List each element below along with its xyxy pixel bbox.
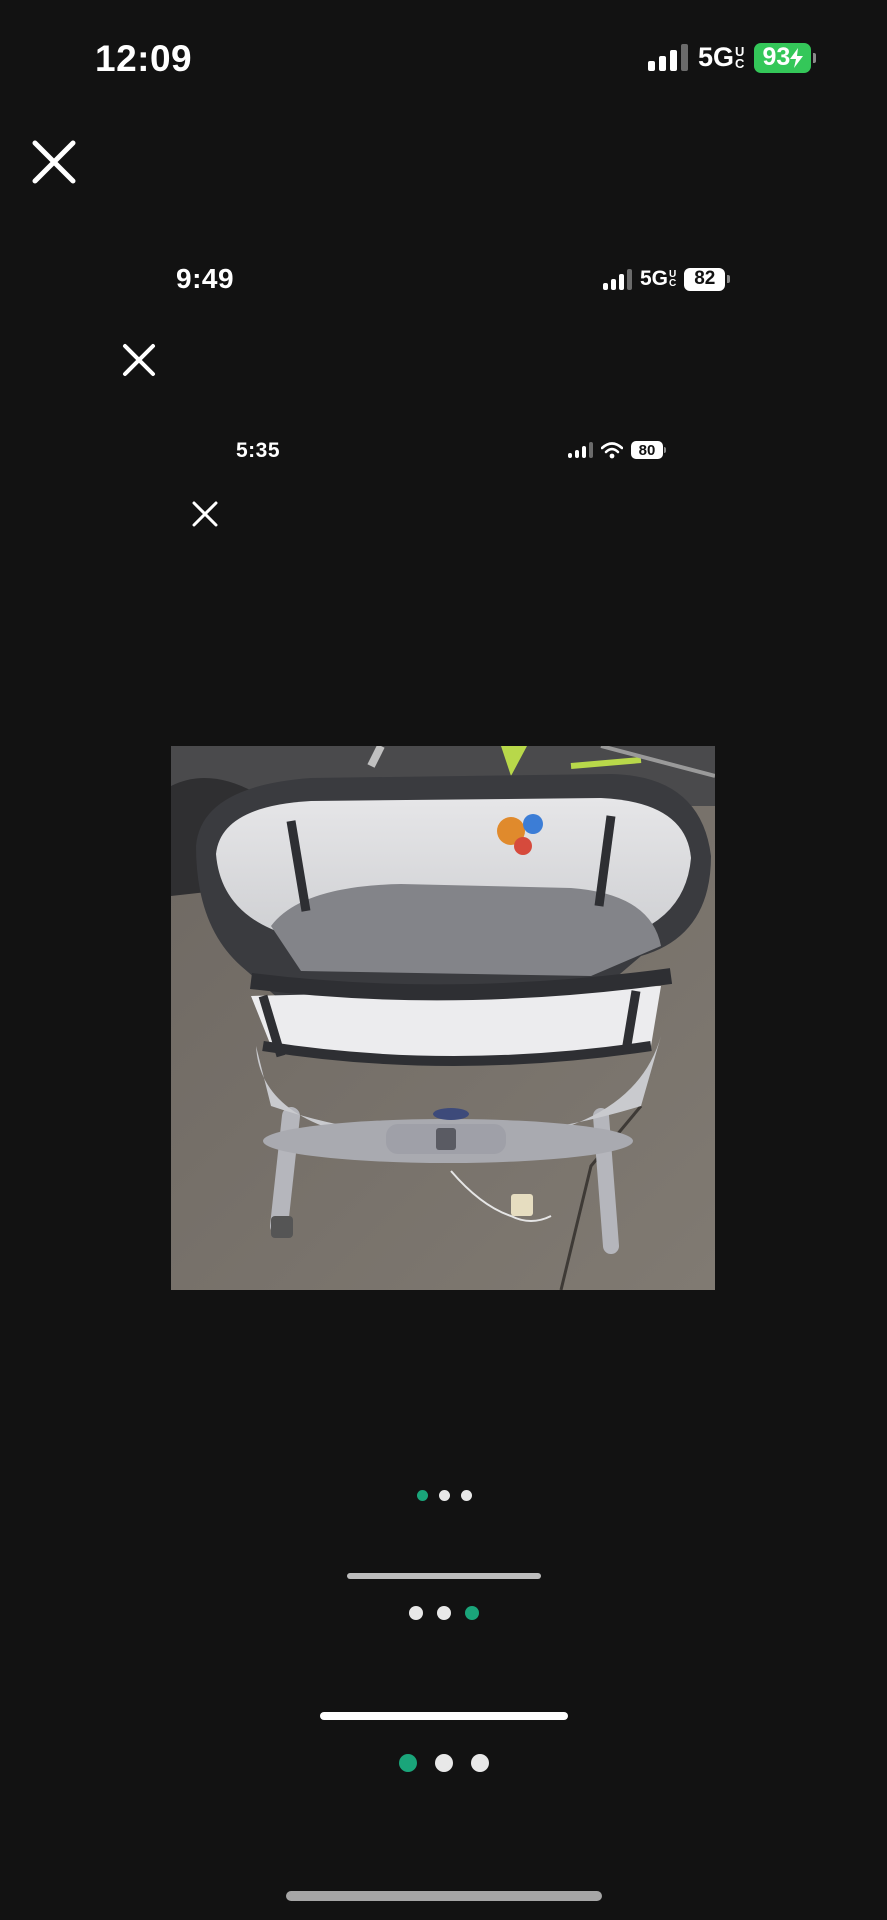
home-indicator: [286, 1891, 602, 1901]
status-indicators-nested: 5G UC 82: [603, 267, 731, 291]
battery-level: 82: [694, 268, 716, 289]
status-time-inner: 5:35: [236, 439, 281, 462]
page-dot[interactable]: [399, 1754, 417, 1772]
page-indicator: [394, 1754, 494, 1772]
status-indicators: 5G UC 93: [648, 42, 817, 73]
home-indicator-nested: [347, 1573, 541, 1579]
status-time-nested: 9:49: [176, 263, 235, 294]
bolt-icon: [790, 47, 804, 68]
page-dot[interactable]: [438, 1490, 450, 1501]
wifi-icon: [601, 441, 623, 458]
page-indicator: [404, 1606, 484, 1620]
page-dot[interactable]: [409, 1606, 423, 1620]
page-dot[interactable]: [471, 1754, 489, 1772]
battery-level: 93: [762, 43, 791, 71]
close-icon[interactable]: [192, 501, 218, 527]
page-indicator: [414, 1490, 474, 1501]
cellular-signal-icon: [648, 44, 688, 71]
status-indicators-inner: 80: [568, 441, 666, 459]
battery-icon: 93: [754, 42, 817, 73]
network-label: 5G UC: [640, 267, 677, 290]
page-dot[interactable]: [465, 1606, 479, 1620]
battery-icon: 80: [631, 441, 666, 459]
bassinet-photo: [171, 746, 715, 1290]
home-indicator-nested: [320, 1712, 568, 1720]
battery-icon: 82: [684, 267, 731, 291]
page-dot[interactable]: [460, 1490, 472, 1501]
cellular-signal-icon: [603, 268, 632, 290]
network-label: 5G UC: [698, 42, 745, 72]
close-icon[interactable]: [122, 343, 156, 377]
status-time: 12:09: [95, 38, 193, 79]
cellular-signal-icon: [568, 442, 593, 458]
page-dot[interactable]: [416, 1490, 428, 1501]
close-icon[interactable]: [32, 140, 76, 184]
page-dot[interactable]: [435, 1754, 453, 1772]
battery-level: 80: [638, 441, 656, 459]
page-dot[interactable]: [437, 1606, 451, 1620]
